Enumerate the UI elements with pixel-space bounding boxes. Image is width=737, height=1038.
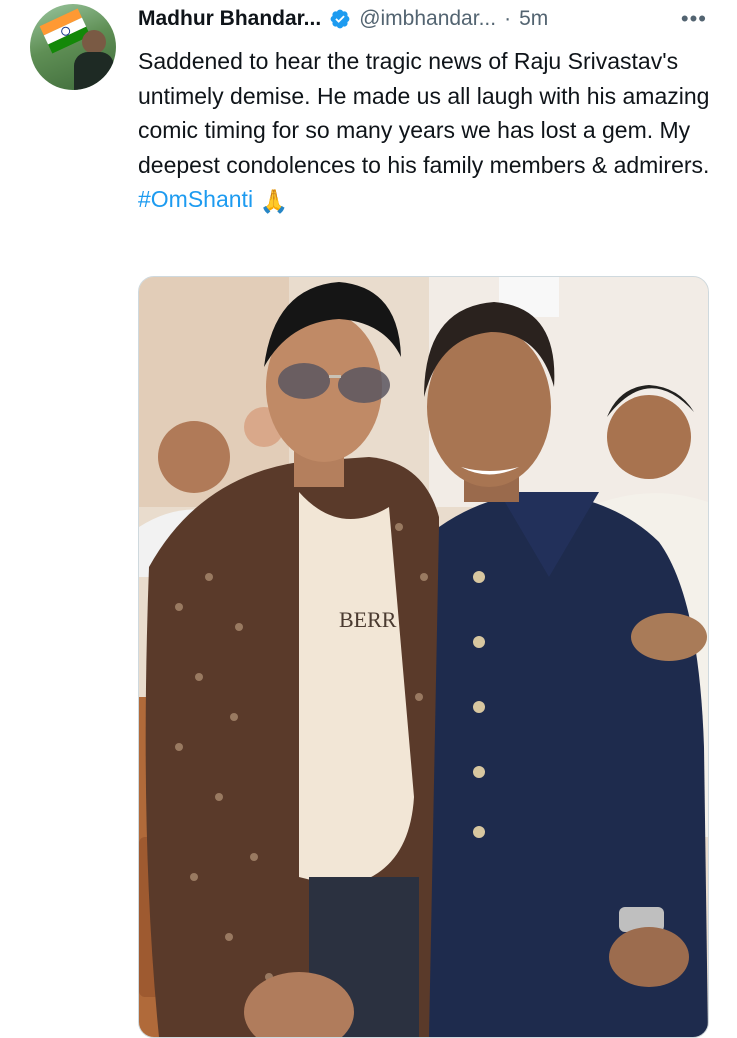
- avatar-person-head: [82, 30, 106, 54]
- svg-text:BERR: BERR: [339, 607, 397, 632]
- folded-hands-icon: 🙏: [259, 188, 289, 214]
- tweet-timestamp[interactable]: 5m: [519, 7, 548, 31]
- photo-illustration: BERR: [139, 277, 708, 1037]
- verified-badge-icon: [330, 9, 350, 29]
- hashtag-link[interactable]: #OmShanti: [138, 186, 253, 212]
- author-name[interactable]: Madhur Bhandar...: [138, 7, 321, 31]
- avatar-person-body: [74, 52, 114, 90]
- author-avatar[interactable]: [30, 4, 116, 90]
- tweet-body: Saddened to hear the tragic news of Raju…: [138, 48, 710, 178]
- more-options-icon[interactable]: •••: [681, 6, 707, 32]
- tweet-photo[interactable]: BERR: [138, 276, 709, 1038]
- separator-dot: ·: [504, 7, 512, 30]
- tweet-text: Saddened to hear the tragic news of Raju…: [138, 44, 718, 219]
- author-handle[interactable]: @imbhandar...: [359, 7, 496, 31]
- tweet-header: Madhur Bhandar... @imbhandar... · 5m: [138, 4, 548, 34]
